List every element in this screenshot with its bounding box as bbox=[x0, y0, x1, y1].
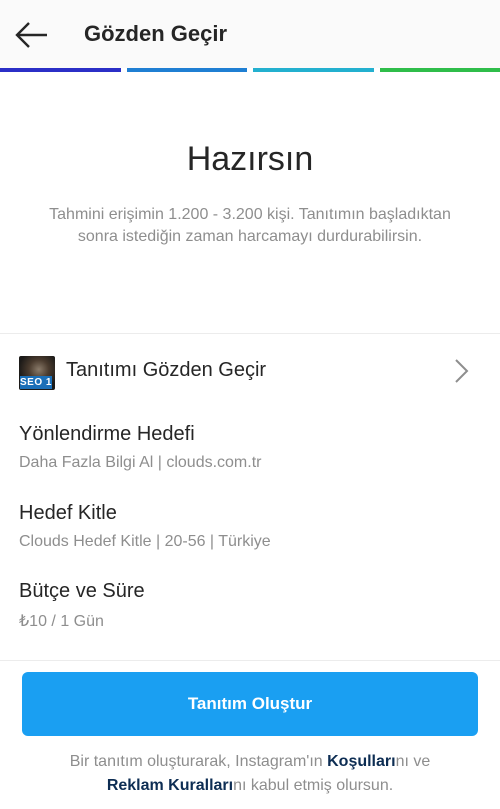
post-thumbnail: SEO 1 bbox=[19, 356, 55, 390]
terms-text: nı ve bbox=[395, 753, 431, 770]
budget-duration-value: ₺10 / 1 Gün bbox=[19, 613, 104, 630]
back-arrow-icon[interactable] bbox=[14, 20, 50, 50]
budget-duration-label: Bütçe ve Süre bbox=[19, 580, 145, 602]
audience-label: Hedef Kitle bbox=[19, 502, 117, 524]
destination-value: Daha Fazla Bilgi Al | clouds.com.tr bbox=[19, 454, 262, 471]
progress-segment-3 bbox=[253, 68, 374, 72]
ad-policies-link[interactable]: Reklam Kuralları bbox=[107, 777, 233, 794]
thumbnail-badge: SEO 1 bbox=[20, 376, 52, 389]
page-title: Gözden Geçir bbox=[84, 21, 228, 46]
section-divider bbox=[0, 660, 500, 661]
top-bar: Gözden Geçir bbox=[0, 0, 500, 68]
progress-segment-2 bbox=[126, 68, 247, 72]
audience-value: Clouds Hedef Kitle | 20-56 | Türkiye bbox=[19, 533, 271, 550]
destination-label: Yönlendirme Hedefi bbox=[19, 423, 195, 445]
review-promotion-label: Tanıtımı Gözden Geçir bbox=[66, 359, 267, 381]
reach-description: Tahmini erişimin 1.200 - 3.200 kişi. Tan… bbox=[49, 206, 451, 245]
terms-notice: Bir tanıtım oluşturarak, Instagram'ın Ko… bbox=[20, 750, 480, 798]
create-promotion-button[interactable]: Tanıtım Oluştur bbox=[22, 672, 478, 736]
terms-link[interactable]: Koşulları bbox=[327, 753, 395, 770]
terms-text: Bir tanıtım oluşturarak, Instagram'ın bbox=[69, 753, 328, 770]
progress-segment-1 bbox=[0, 68, 121, 72]
step-progress-bar bbox=[0, 68, 500, 72]
chevron-right-icon bbox=[455, 359, 469, 383]
ready-heading: Hazırsın bbox=[186, 140, 314, 178]
progress-segment-4 bbox=[379, 68, 500, 72]
terms-text: nı kabul etmiş olursun. bbox=[233, 777, 394, 794]
